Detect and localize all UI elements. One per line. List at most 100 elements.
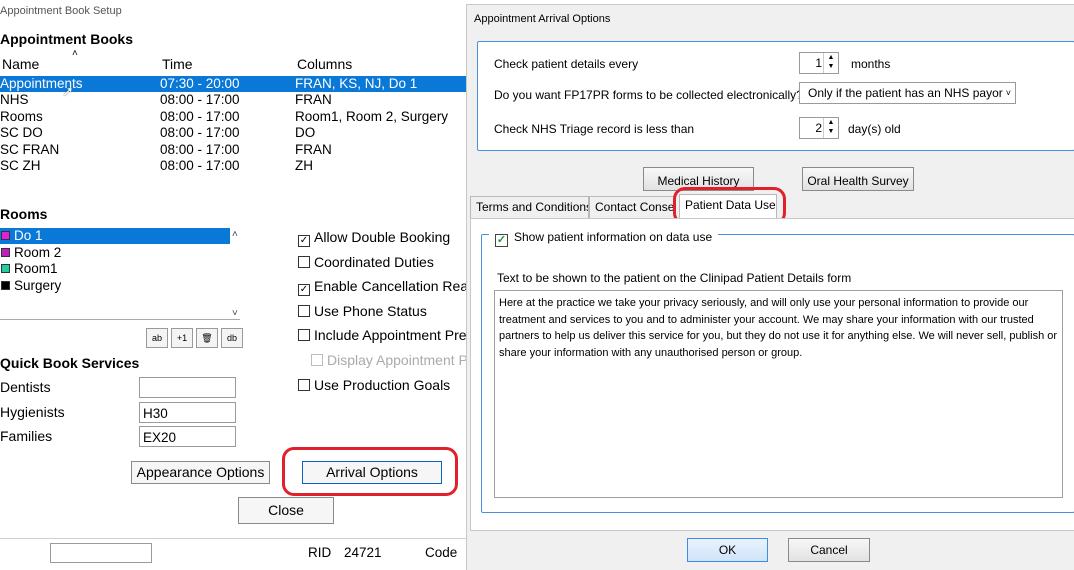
appointment-book-setup-window: Appointment Book Setup Appointment Books… (0, 0, 466, 570)
triage-label: Check NHS Triage record is less than (494, 122, 695, 136)
rooms-list-divider (0, 319, 240, 320)
book-row[interactable]: Rooms 08:00 - 17:00 Room1, Room 2, Surgery (0, 109, 466, 125)
book-time: 08:00 - 17:00 (160, 141, 240, 157)
checkbox-empty-icon (298, 304, 310, 317)
option-checkbox[interactable]: ✓ Allow Double Booking (298, 229, 450, 247)
book-row[interactable]: SC DO 08:00 - 17:00 DO (0, 125, 466, 141)
window-title: Appointment Book Setup (0, 5, 122, 17)
quick-book-field[interactable] (139, 377, 236, 398)
triage-stepper[interactable]: 2 ▲ ▼ (799, 117, 839, 139)
room-item[interactable]: Do 1 (0, 228, 230, 244)
room-name: Room 2 (14, 244, 62, 260)
edit-room-button[interactable]: ab (146, 328, 168, 348)
scroll-down-icon[interactable]: ˅ (232, 308, 238, 319)
checkbox-checked-icon: ✓ (298, 235, 310, 247)
option-checkbox[interactable]: Use Production Goals (298, 377, 450, 393)
column-header-columns[interactable]: Columns (297, 56, 352, 72)
sort-up-icon: ˄ (72, 48, 78, 59)
tab-contact-consent[interactable]: Contact Consen (589, 196, 676, 218)
option-checkbox[interactable]: Coordinated Duties (298, 254, 434, 270)
book-time: 08:00 - 17:00 (160, 92, 240, 108)
checkbox-empty-icon (298, 378, 310, 391)
check-details-stepper[interactable]: 1 ▲ ▼ (799, 52, 839, 74)
tab-patient-data-use[interactable]: Patient Data Use (679, 194, 777, 219)
book-name: SC ZH (0, 158, 41, 173)
book-columns: ZH (295, 158, 313, 173)
option-label: Coordinated Duties (314, 253, 434, 270)
check-details-value: 1 (815, 56, 822, 70)
medical-history-button[interactable]: Medical History (643, 167, 754, 191)
chevron-down-icon: ˅ (1005, 88, 1011, 98)
room-item[interactable]: Room 2 (0, 245, 230, 261)
book-time: 08:00 - 17:00 (160, 125, 240, 141)
delete-room-button[interactable]: 🗑 (196, 328, 218, 348)
scroll-up-icon[interactable]: ˄ (232, 229, 238, 240)
book-columns: Room1, Room 2, Surgery (295, 108, 449, 124)
checkbox-empty-icon (311, 354, 323, 366)
option-checkbox[interactable]: ✓ Enable Cancellation Reas (298, 278, 466, 297)
option-checkbox[interactable]: Include Appointment Pref (298, 327, 466, 343)
spin-arrows-icon[interactable]: ▲ ▼ (823, 53, 838, 73)
rooms-heading: Rooms (0, 206, 48, 222)
cancel-button[interactable]: Cancel (788, 538, 870, 562)
column-header-name[interactable]: Name (2, 56, 39, 72)
option-label: Display Appointment P (327, 352, 466, 368)
book-columns: FRAN (295, 92, 332, 108)
quick-book-label: Hygienists (0, 403, 65, 420)
check-details-unit: months (851, 57, 891, 71)
option-checkbox: Display Appointment P (311, 352, 466, 368)
book-name: SC FRAN (0, 141, 60, 157)
book-columns: FRAN, KS, NJ, Do 1 (295, 76, 418, 91)
checkbox-checked-icon: ✓ (298, 284, 310, 297)
database-room-button[interactable]: db (221, 328, 243, 348)
code-label: Code (425, 545, 458, 560)
text-label: Text to be shown to the patient on the C… (497, 271, 852, 285)
option-label: Enable Cancellation Reas (314, 278, 466, 295)
room-color-swatch (1, 280, 10, 290)
option-label: Use Phone Status (314, 302, 427, 319)
ok-button[interactable]: OK (687, 538, 768, 562)
column-header-time[interactable]: Time (162, 56, 193, 72)
checkbox-empty-icon (298, 329, 310, 342)
quick-book-field[interactable]: H30 (139, 401, 236, 423)
appearance-options-button[interactable]: Appearance Options (131, 461, 270, 484)
oral-health-survey-button[interactable]: Oral Health Survey (802, 167, 914, 191)
option-checkbox[interactable]: Use Phone Status (298, 303, 427, 319)
rid-label: RID (308, 545, 332, 560)
option-label: Allow Double Booking (314, 229, 451, 245)
tab-terms-and-conditions[interactable]: Terms and Conditions (470, 196, 589, 218)
book-time: 07:30 - 20:00 (160, 76, 240, 91)
add-room-button[interactable]: +1 (171, 328, 193, 348)
book-time: 08:00 - 17:00 (160, 108, 240, 124)
quick-book-heading: Quick Book Services (0, 355, 140, 371)
room-item[interactable]: Room1 (0, 261, 230, 277)
books-heading: Appointment Books (0, 31, 133, 47)
appointment-arrival-options-dialog: Appointment Arrival Options Check patien… (466, 4, 1074, 570)
data-use-textarea[interactable]: Here at the practice we take your privac… (494, 290, 1063, 498)
quick-book-field[interactable]: EX20 (139, 426, 236, 447)
spin-arrows-icon[interactable]: ▲ ▼ (823, 118, 838, 138)
dialog-title: Appointment Arrival Options (474, 13, 611, 25)
book-row[interactable]: SC FRAN 08:00 - 17:00 FRAN (0, 142, 466, 158)
show-info-label: Show patient information on data use (514, 230, 713, 244)
book-columns: DO (295, 125, 316, 141)
option-label: Use Production Goals (314, 376, 451, 393)
checkbox-empty-icon (298, 255, 310, 268)
fp17pr-select[interactable]: Only if the patient has an NHS payor ˅ (799, 82, 1016, 104)
room-color-swatch (1, 231, 10, 240)
footer-field[interactable] (50, 543, 152, 563)
room-item[interactable]: Surgery (0, 278, 230, 294)
close-button[interactable]: Close (238, 497, 334, 524)
fp17pr-value: Only if the patient has an NHS payor (808, 86, 1003, 100)
room-color-swatch (1, 247, 10, 257)
book-row[interactable]: SC ZH 08:00 - 17:00 ZH (0, 158, 466, 174)
arrival-options-button[interactable]: Arrival Options (302, 461, 442, 484)
room-color-swatch (1, 264, 10, 273)
triage-unit: day(s) old (848, 122, 901, 136)
footer-divider (0, 538, 466, 539)
checkmark-icon: ✓ (495, 234, 508, 247)
book-columns: FRAN (295, 141, 332, 157)
option-label: Include Appointment Pref (314, 327, 466, 344)
fp17pr-label: Do you want FP17PR forms to be collected… (494, 88, 803, 102)
show-info-checkbox[interactable]: ✓ Show patient information on data use (489, 230, 719, 247)
